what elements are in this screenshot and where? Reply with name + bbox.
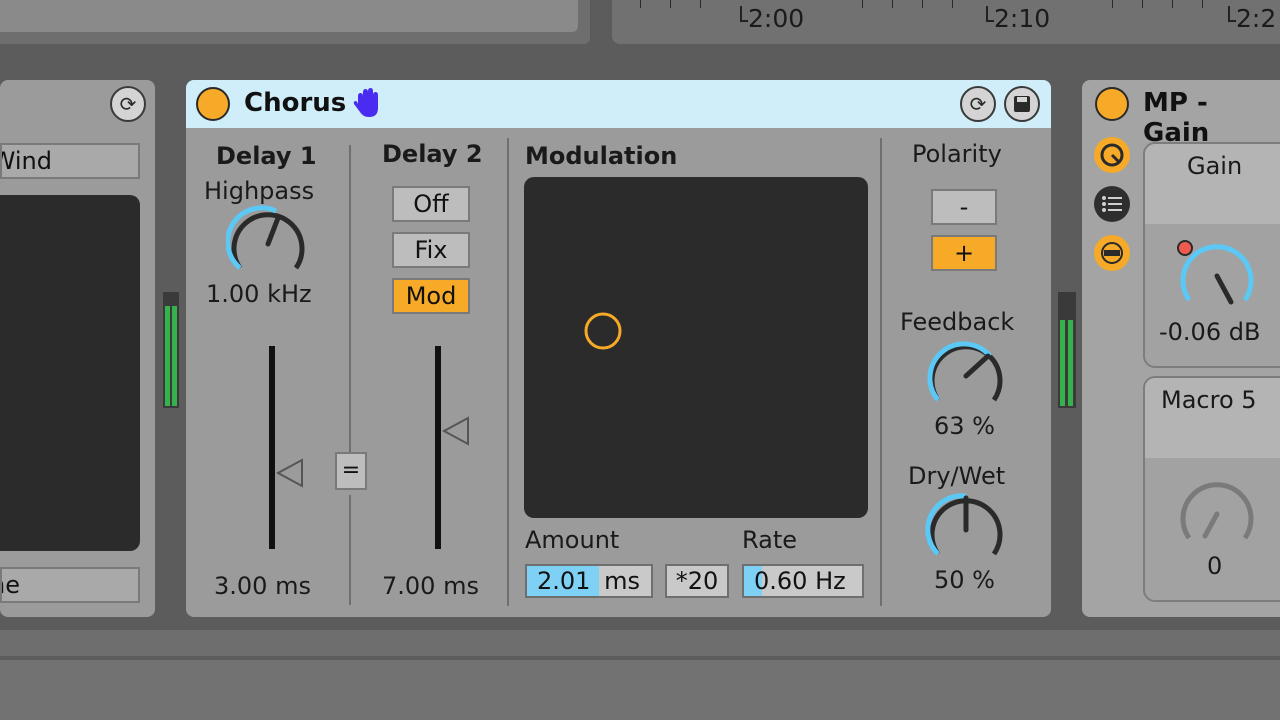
delay1-fader-handle[interactable]: [276, 458, 304, 488]
device-view-icon[interactable]: [1094, 235, 1130, 271]
delay2-time-value: 7.00 ms: [382, 572, 479, 600]
divider: [349, 495, 351, 605]
xy-pad-handle[interactable]: [582, 310, 624, 352]
highpass-value: 1.00 kHz: [206, 280, 312, 308]
drywet-knob[interactable]: [924, 490, 1008, 568]
hot-swap-icon[interactable]: ⟳: [960, 86, 996, 122]
timeline-marker: 2:00: [748, 4, 805, 33]
modulation-xy-pad[interactable]: [524, 177, 868, 518]
divider: [880, 138, 882, 606]
macro-gain[interactable]: Gain -0.06 dB: [1143, 142, 1280, 368]
macro-5[interactable]: Macro 5 0: [1143, 376, 1280, 602]
delay1-fader[interactable]: [269, 346, 275, 549]
delay2-fader-handle[interactable]: [442, 416, 470, 446]
mode-fix-button[interactable]: Fix: [392, 232, 470, 268]
device-title: Chorus: [244, 88, 347, 118]
delay1-heading: Delay 1: [216, 142, 317, 170]
timeline-marker: 2:10: [994, 4, 1051, 33]
left-device-field-top[interactable]: Wind: [0, 143, 140, 179]
highpass-label: Highpass: [204, 177, 315, 205]
hand-icon: [353, 88, 378, 117]
highpass-knob[interactable]: [226, 204, 310, 282]
multiplier-button[interactable]: *20: [665, 564, 729, 598]
drywet-value: 50 %: [934, 566, 995, 594]
feedback-value: 63 %: [934, 412, 995, 440]
modulation-heading: Modulation: [525, 142, 678, 170]
left-device-display: [0, 195, 140, 551]
macro-knob[interactable]: [1175, 474, 1259, 558]
rack-power-button[interactable]: [1095, 87, 1129, 121]
save-preset-icon[interactable]: [1004, 86, 1040, 122]
macro-name: Gain: [1187, 152, 1243, 180]
macro-value: -0.06 dB: [1159, 318, 1261, 346]
device-power-button[interactable]: [196, 87, 230, 121]
output-meter: [1058, 292, 1076, 408]
mode-off-button[interactable]: Off: [392, 186, 470, 222]
mode-mod-button[interactable]: Mod: [392, 278, 470, 314]
amount-label: Amount: [525, 526, 620, 554]
amount-field[interactable]: 2.01 ms: [525, 564, 653, 598]
timeline-marker: 2:2: [1236, 4, 1277, 33]
macro-value: 0: [1207, 552, 1223, 580]
polarity-plus-button[interactable]: +: [931, 235, 997, 271]
delay2-heading: Delay 2: [382, 140, 483, 168]
delay1-time-value: 3.00 ms: [214, 572, 311, 600]
polarity-heading: Polarity: [912, 140, 1002, 168]
rate-label: Rate: [742, 526, 798, 554]
bottom-strip: [0, 630, 1280, 656]
bottom-pane: [0, 660, 1280, 720]
macro-name: Macro 5: [1161, 386, 1257, 414]
drywet-label: Dry/Wet: [908, 462, 1006, 490]
rate-field[interactable]: 0.60 Hz: [742, 564, 864, 598]
delay2-fader[interactable]: [435, 346, 441, 549]
arrangement-timeline[interactable]: 2:00 2:10 2:2: [612, 0, 1280, 44]
macro-knob-toggle-icon[interactable]: [1094, 137, 1130, 173]
macro-knob[interactable]: [1175, 236, 1259, 320]
hot-swap-icon[interactable]: ⟳: [110, 86, 146, 122]
feedback-knob[interactable]: [924, 336, 1008, 414]
chain-list-icon[interactable]: [1094, 186, 1130, 222]
rack-title: MP - Gain: [1143, 88, 1210, 148]
divider: [349, 145, 351, 455]
output-meter: [163, 292, 179, 408]
top-left-inner-pane: [0, 0, 578, 32]
feedback-label: Feedback: [900, 308, 1015, 336]
divider: [507, 138, 509, 606]
left-device-field-bottom[interactable]: ne: [0, 567, 140, 603]
link-delays-button[interactable]: =: [335, 452, 367, 490]
polarity-minus-button[interactable]: -: [931, 189, 997, 225]
